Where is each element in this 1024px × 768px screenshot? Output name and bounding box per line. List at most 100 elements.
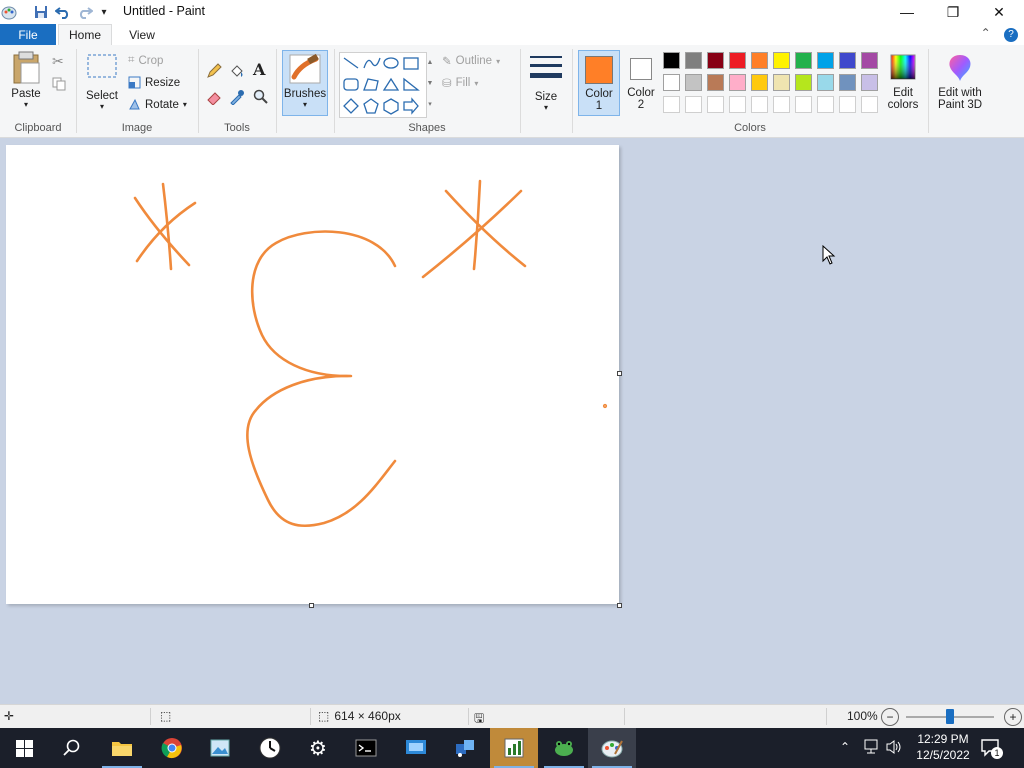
restore-button[interactable]: ❐ [930, 0, 976, 24]
canvas-workspace[interactable] [0, 138, 1024, 704]
palette-swatch[interactable] [685, 52, 702, 69]
rotate-dropdown-icon[interactable]: ▾ [183, 100, 187, 109]
size-dropdown-icon[interactable]: ▾ [526, 103, 566, 112]
taskbar-terminal[interactable] [342, 728, 390, 768]
palette-swatch[interactable] [707, 52, 724, 69]
palette-swatch[interactable] [861, 52, 878, 69]
notifications-button[interactable]: 1 [980, 738, 1004, 761]
taskbar-clock-app[interactable] [246, 728, 294, 768]
color-picker-icon[interactable] [229, 89, 245, 108]
brushes-dropdown-icon[interactable]: ▾ [283, 100, 327, 109]
palette-swatch[interactable] [707, 74, 724, 91]
palette-custom-slot[interactable] [751, 96, 768, 113]
taskbar-network-app[interactable] [441, 728, 489, 768]
palette-swatch[interactable] [839, 74, 856, 91]
palette-custom-slot[interactable] [817, 96, 834, 113]
fill-bucket-icon[interactable] [229, 63, 245, 82]
customize-quick-access-icon[interactable]: ▾ [95, 3, 113, 21]
resize-handle-bottom[interactable] [309, 603, 314, 608]
collapse-ribbon-icon[interactable]: ⌃ [981, 26, 991, 40]
paste-dropdown-icon[interactable]: ▾ [6, 100, 46, 109]
image-group-label: Image [121, 122, 153, 134]
palette-swatch[interactable] [861, 74, 878, 91]
resize-handle-right[interactable] [617, 371, 622, 376]
palette-swatch[interactable] [795, 74, 812, 91]
select-button[interactable]: Select ▾ [82, 53, 122, 111]
start-button[interactable] [0, 728, 48, 768]
select-dropdown-icon[interactable]: ▾ [82, 102, 122, 111]
palette-custom-slot[interactable] [839, 96, 856, 113]
palette-swatch[interactable] [663, 52, 680, 69]
resize-handle-corner[interactable] [617, 603, 622, 608]
brushes-button[interactable]: Brushes ▾ [282, 50, 328, 116]
taskbar-chart-app[interactable] [490, 728, 538, 768]
color1-button[interactable]: Color 1 [578, 50, 620, 116]
shapes-scroll[interactable]: ▲ ▼ ▾ [425, 52, 435, 116]
palette-swatch[interactable] [839, 52, 856, 69]
palette-swatch[interactable] [729, 52, 746, 69]
palette-swatch[interactable] [751, 74, 768, 91]
taskbar-photo-app[interactable] [196, 728, 244, 768]
palette-swatch[interactable] [729, 74, 746, 91]
tab-view[interactable]: View [116, 24, 168, 45]
palette-custom-slot[interactable] [663, 96, 680, 113]
taskbar-paint[interactable] [588, 728, 636, 768]
edit-colors-button[interactable]: Edit colors [884, 53, 922, 111]
close-button[interactable]: ✕ [976, 0, 1022, 24]
palette-swatch[interactable] [817, 52, 834, 69]
search-button[interactable] [48, 728, 96, 768]
cut-icon[interactable]: ✂ [52, 53, 64, 70]
shapes-gallery[interactable] [339, 52, 427, 118]
edit-with-paint3d-button[interactable]: Edit with Paint 3D [932, 53, 988, 111]
size-button[interactable]: Size ▾ [526, 53, 566, 112]
palette-custom-slot[interactable] [795, 96, 812, 113]
resize-button[interactable]: Resize [128, 76, 180, 89]
tab-home[interactable]: Home [58, 24, 112, 45]
fill-button[interactable]: ⛁ Fill ▾ [442, 76, 478, 90]
taskbar-chrome[interactable] [148, 728, 196, 768]
taskbar-remote-desktop[interactable] [392, 728, 440, 768]
palette-custom-slot[interactable] [861, 96, 878, 113]
undo-icon[interactable] [54, 3, 72, 21]
help-icon[interactable]: ? [1004, 28, 1018, 42]
taskbar-settings[interactable]: ⚙ [294, 728, 342, 768]
palette-swatch[interactable] [685, 74, 702, 91]
crop-button[interactable]: ⌗ Crop [128, 54, 163, 67]
zoom-in-button[interactable]: + [1004, 708, 1022, 726]
palette-custom-slot[interactable] [773, 96, 790, 113]
palette-custom-slot[interactable] [729, 96, 746, 113]
frog-icon [555, 741, 573, 756]
zoom-slider-thumb[interactable] [946, 709, 954, 724]
magnifier-icon[interactable] [253, 89, 269, 108]
system-clock[interactable]: 12:29 PM 12/5/2022 [910, 731, 976, 763]
minimize-button[interactable]: — [884, 0, 930, 24]
text-tool-icon[interactable]: A [253, 60, 265, 79]
tab-file[interactable]: File [0, 24, 56, 45]
volume-icon[interactable] [885, 739, 903, 758]
zoom-out-button[interactable]: − [881, 708, 899, 726]
save-icon[interactable] [32, 3, 50, 21]
palette-swatch[interactable] [773, 52, 790, 69]
outline-button[interactable]: ✎ Outline ▾ [442, 54, 500, 68]
palette-swatch[interactable] [751, 52, 768, 69]
network-icon[interactable] [862, 739, 880, 758]
palette-swatch[interactable] [773, 74, 790, 91]
drawing-canvas[interactable] [6, 145, 619, 604]
pencil-icon[interactable] [206, 63, 222, 82]
eraser-icon[interactable] [206, 89, 222, 108]
palette-swatch[interactable] [795, 52, 812, 69]
fill-dropdown-icon: ▾ [474, 78, 479, 88]
paste-button[interactable]: Paste ▾ [6, 51, 46, 109]
redo-icon[interactable] [76, 3, 94, 21]
copy-icon[interactable] [52, 77, 66, 94]
show-hidden-icons-button[interactable]: ⌃ [840, 740, 850, 754]
palette-swatch[interactable] [663, 74, 680, 91]
paint-taskbar-icon [601, 740, 623, 758]
taskbar-frog-app[interactable] [540, 728, 588, 768]
palette-custom-slot[interactable] [707, 96, 724, 113]
rotate-button[interactable]: Rotate ▾ [128, 98, 187, 111]
taskbar-file-explorer[interactable] [98, 728, 146, 768]
palette-custom-slot[interactable] [685, 96, 702, 113]
palette-swatch[interactable] [817, 74, 834, 91]
color2-button[interactable]: Color 2 [622, 50, 660, 116]
